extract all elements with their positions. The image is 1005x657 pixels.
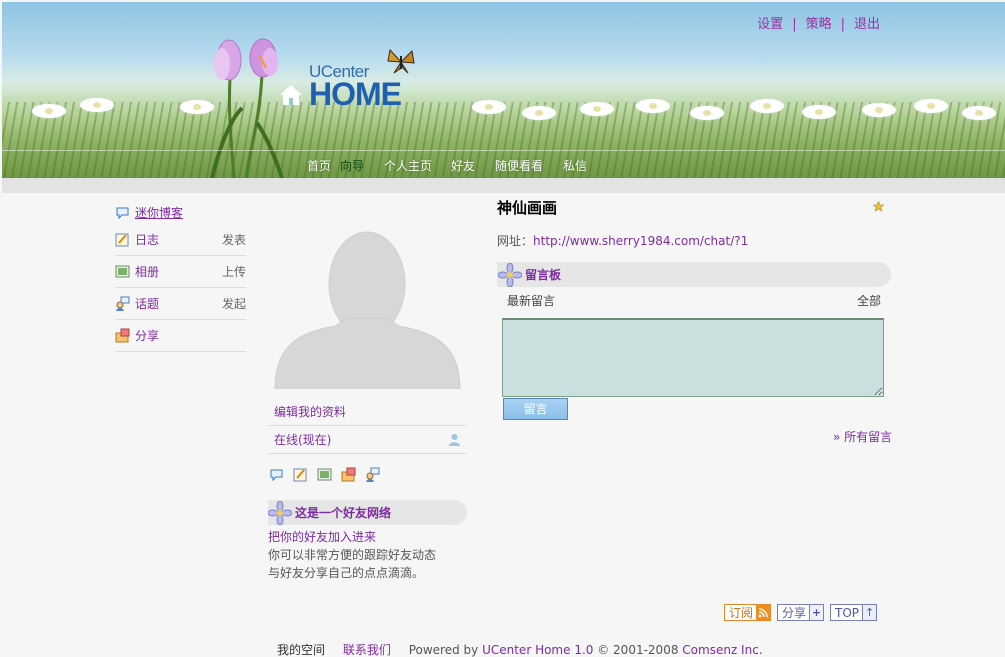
divider: |	[792, 17, 797, 32]
diary-icon	[115, 233, 129, 247]
avatar[interactable]	[273, 222, 462, 389]
logo-home-text: HOME	[309, 76, 402, 112]
mini-blog-link[interactable]: 迷你博客	[135, 204, 183, 221]
bottom-buttons: 订阅 分享 + TOP ↑	[724, 604, 878, 621]
start-topic-link[interactable]: 发起	[222, 295, 246, 312]
nav-friends[interactable]: 好友	[451, 157, 475, 174]
settings-link[interactable]: 设置	[757, 17, 783, 32]
butterfly-icon	[387, 48, 415, 74]
subscribe-button[interactable]: 订阅	[724, 604, 772, 621]
online-status-row: 在线(现在)	[268, 426, 467, 454]
friend-network-line1: 你可以非常方便的跟踪好友动态	[268, 548, 437, 562]
topic-icon	[116, 296, 130, 311]
nav-guide[interactable]: 向导	[340, 157, 364, 174]
nav-browse[interactable]: 随便看看	[495, 157, 543, 174]
share-icon	[115, 328, 130, 343]
arrow-up-icon: ↑	[862, 605, 877, 620]
friend-network-header: 这是一个好友网络	[268, 500, 467, 525]
share-icon[interactable]	[341, 467, 356, 482]
message-textarea[interactable]	[502, 318, 884, 397]
copyright-text: © 2001-2008	[597, 643, 679, 657]
edit-profile-link[interactable]: 编辑我的资料	[274, 403, 346, 420]
divider: |	[840, 17, 845, 32]
subscribe-label: 订阅	[729, 606, 754, 620]
footer: 我的空间 联系我们 Powered by UCenter Home 1.0 © …	[277, 641, 763, 657]
quick-action-icons	[269, 467, 380, 482]
upload-photo-link[interactable]: 上传	[222, 263, 246, 280]
all-messages-link[interactable]: » 所有留言	[833, 428, 892, 445]
menu-item-share[interactable]: 分享	[115, 320, 246, 352]
menu-item-label: 分享	[135, 329, 160, 343]
left-menu: 迷你博客 日志 发表 相册 上传 话题 发起 分享	[115, 200, 246, 352]
space-url-link[interactable]: http://www.sherry1984.com/chat/?1	[533, 234, 748, 248]
all-link[interactable]: 全部	[857, 292, 881, 309]
header-divider-bar	[2, 178, 1005, 193]
plus-icon: +	[809, 605, 824, 620]
product-link[interactable]: UCenter Home 1.0	[482, 643, 593, 657]
top-label: TOP	[835, 605, 860, 620]
user-status-icon	[449, 434, 460, 446]
diary-icon[interactable]	[293, 467, 308, 482]
logout-link[interactable]: 退出	[854, 17, 880, 32]
url-row: 网址：http://www.sherry1984.com/chat/?1	[497, 232, 748, 249]
latest-messages-label: 最新留言	[507, 294, 556, 308]
online-status: 在线(现在)	[274, 433, 332, 447]
post-message-button[interactable]: 留言	[503, 398, 568, 420]
powered-by-text: Powered by	[408, 643, 479, 657]
nav-personal-page[interactable]: 个人主页	[384, 157, 432, 174]
flower-icon	[268, 501, 292, 525]
message-board-header: 留言板	[497, 262, 891, 287]
share-button[interactable]: 分享 +	[777, 604, 825, 621]
star-icon[interactable]	[873, 201, 884, 212]
speech-bubble-icon	[116, 207, 129, 219]
nav-home[interactable]: 首页	[307, 157, 331, 174]
url-label: 网址：	[497, 234, 534, 248]
publish-diary-link[interactable]: 发表	[222, 231, 246, 248]
back-to-top-button[interactable]: TOP ↑	[830, 604, 878, 621]
menu-item-label: 相册	[135, 265, 160, 279]
rss-icon	[756, 605, 771, 620]
profile-links: 编辑我的资料 在线(现在)	[268, 398, 467, 454]
share-label: 分享	[782, 606, 807, 620]
menu-item-label: 话题	[135, 297, 160, 311]
add-friends-link[interactable]: 把你的好友加入进来	[268, 528, 436, 546]
top-links: 设置 | 策略 | 退出	[757, 13, 880, 32]
speech-bubble-icon[interactable]	[269, 467, 284, 482]
nav-messages[interactable]: 私信	[563, 157, 587, 174]
menu-item-topic[interactable]: 话题 发起	[115, 288, 246, 320]
page-title: 神仙画画	[497, 199, 558, 217]
menu-item-album[interactable]: 相册 上传	[115, 256, 246, 288]
menu-item-diary[interactable]: 日志 发表	[115, 224, 246, 256]
my-space-link[interactable]: 我的空间	[277, 643, 325, 657]
main-nav: 首页 向导 个人主页 好友 随便看看 私信	[2, 150, 1005, 178]
company-link[interactable]: Comsenz Inc.	[682, 643, 762, 657]
message-board-title: 留言板	[525, 268, 562, 282]
flower-icon	[498, 263, 522, 287]
friend-network-line2: 与好友分享自己的点点滴滴。	[268, 566, 425, 580]
topic-icon[interactable]	[365, 467, 380, 482]
mini-blog-row: 迷你博客	[115, 200, 246, 224]
policy-link[interactable]: 策略	[806, 17, 832, 32]
header-banner: UCenter HOME 设置 | 策略 | 退出 首页 向导 个人主页 好友 随便看看…	[2, 2, 1005, 178]
photo-album-icon[interactable]	[317, 467, 332, 482]
friend-network-title: 这是一个好友网络	[295, 506, 392, 520]
house-icon	[280, 85, 302, 105]
photo-album-icon	[115, 265, 130, 278]
contact-us-link[interactable]: 联系我们	[343, 643, 391, 657]
menu-item-label: 日志	[135, 233, 160, 247]
edit-profile-row: 编辑我的资料	[268, 398, 467, 426]
friend-network-text: 把你的好友加入进来 你可以非常方便的跟踪好友动态 与好友分享自己的点点滴滴。	[268, 528, 436, 582]
